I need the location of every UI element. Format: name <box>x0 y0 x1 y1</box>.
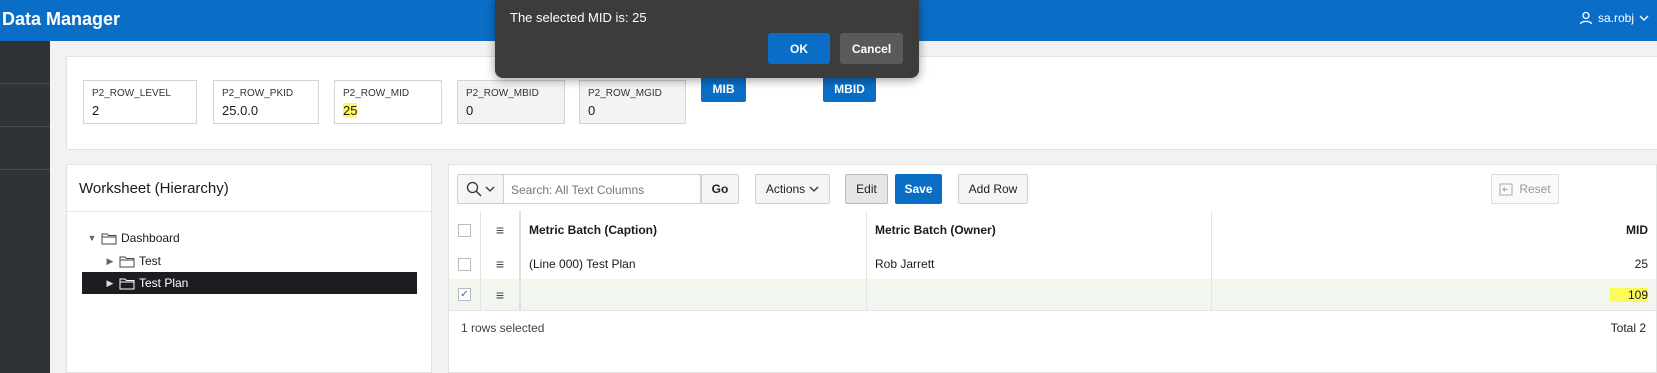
mid-cell-wrapper[interactable]: 109 <box>1212 279 1656 310</box>
select-all-cell <box>449 211 481 249</box>
edit-button[interactable]: Edit <box>845 174 888 204</box>
collapse-triangle-icon[interactable]: ▼ <box>87 233 97 243</box>
search-icon <box>466 181 482 197</box>
go-button[interactable]: Go <box>701 174 739 204</box>
row-actions-cell: ≡ <box>481 279 521 310</box>
tree-node-label: Test Plan <box>139 276 189 290</box>
save-button[interactable]: Save <box>895 174 942 204</box>
actions-menu-button[interactable]: Actions <box>755 174 830 204</box>
row-checkbox[interactable] <box>458 257 471 271</box>
mid-cell[interactable]: 25 <box>1212 249 1656 279</box>
chevron-down-icon <box>1639 15 1649 21</box>
search-column-button[interactable] <box>457 174 504 204</box>
interactive-grid: Search: All Text Columns Go Actions Edit… <box>448 164 1657 373</box>
hamburger-icon[interactable]: ≡ <box>496 223 504 237</box>
reset-label: Reset <box>1519 182 1551 196</box>
column-header-mid[interactable]: MID <box>1212 211 1656 249</box>
caption-cell[interactable] <box>521 279 867 310</box>
field-value: 0 <box>466 103 474 118</box>
folder-icon <box>119 278 135 289</box>
selection-count: 1 rows selected <box>461 321 545 335</box>
owner-cell[interactable]: Rob Jarrett <box>867 249 1212 279</box>
user-name: sa.robj <box>1597 11 1634 25</box>
field-value: 25 <box>343 103 358 118</box>
field-value: 25.0.0 <box>222 103 259 118</box>
owner-cell[interactable] <box>867 279 1212 310</box>
search-input[interactable]: Search: All Text Columns <box>503 174 701 204</box>
grid-header-row: ≡ Metric Batch (Caption) Metric Batch (O… <box>449 211 1656 250</box>
alert-dialog: The selected MID is: 25 OK Cancel <box>495 0 919 78</box>
actions-label: Actions <box>765 182 806 196</box>
cancel-button[interactable]: Cancel <box>840 33 903 64</box>
mid-cell: 109 <box>1609 287 1648 302</box>
hamburger-icon[interactable]: ≡ <box>496 257 504 271</box>
folder-icon <box>101 233 117 244</box>
field-label: P2_ROW_MGID <box>588 88 662 99</box>
tree-node-label: Dashboard <box>121 231 180 245</box>
row-mid-field[interactable]: P2_ROW_MID 25 <box>334 80 442 124</box>
row-select-cell: ✓ <box>449 279 481 310</box>
folder-icon <box>119 256 135 267</box>
ok-button[interactable]: OK <box>768 33 830 64</box>
row-actions-header: ≡ <box>481 211 521 249</box>
grid-footer: 1 rows selected Total 2 <box>449 311 1656 341</box>
row-checkbox[interactable]: ✓ <box>458 288 471 301</box>
chevron-down-icon <box>485 186 495 192</box>
field-label: P2_ROW_LEVEL <box>92 88 171 99</box>
column-header-owner[interactable]: Metric Batch (Owner) <box>867 211 1212 249</box>
row-pkid-field[interactable]: P2_ROW_PKID 25.0.0 <box>213 80 319 124</box>
expand-triangle-icon[interactable]: ▶ <box>105 278 115 289</box>
side-navigation <box>0 41 50 373</box>
worksheet-tree-region: Worksheet (Hierarchy) ▼ Dashboard ▶ Test… <box>66 164 432 373</box>
field-value: 2 <box>92 103 100 118</box>
nav-item[interactable] <box>0 84 50 127</box>
add-row-button[interactable]: Add Row <box>958 174 1028 204</box>
user-icon <box>1579 11 1593 25</box>
reset-icon <box>1499 183 1513 195</box>
mbid-button[interactable]: MBID <box>823 75 876 102</box>
caption-cell[interactable]: (Line 000) Test Plan <box>521 249 867 279</box>
column-header-caption[interactable]: Metric Batch (Caption) <box>521 211 867 249</box>
row-select-cell <box>449 249 481 279</box>
tree-node-test-plan[interactable]: ▶ Test Plan <box>82 272 417 294</box>
field-value: 0 <box>588 103 596 118</box>
row-level-field[interactable]: P2_ROW_LEVEL 2 <box>83 80 197 124</box>
table-row[interactable]: ≡ (Line 000) Test Plan Rob Jarrett 25 <box>449 249 1656 280</box>
field-label: P2_ROW_MBID <box>466 88 539 99</box>
row-mbid-field: P2_ROW_MBID 0 <box>457 80 565 124</box>
total-count: Total 2 <box>1610 321 1646 335</box>
select-all-checkbox[interactable] <box>458 223 471 237</box>
table-row[interactable]: ✓ ≡ 109 <box>449 279 1656 311</box>
nav-item[interactable] <box>0 127 50 170</box>
hamburger-icon[interactable]: ≡ <box>496 288 504 302</box>
user-menu[interactable]: sa.robj <box>1579 11 1649 25</box>
tree-node-label: Test <box>139 254 162 268</box>
chevron-down-icon <box>809 186 819 192</box>
dialog-message: The selected MID is: 25 <box>510 10 647 25</box>
field-label: P2_ROW_MID <box>343 88 410 99</box>
row-mgid-field: P2_ROW_MGID 0 <box>579 80 686 124</box>
field-label: P2_ROW_PKID <box>222 88 294 99</box>
expand-triangle-icon[interactable]: ▶ <box>105 256 115 267</box>
mib-button[interactable]: MIB <box>701 75 746 102</box>
app-title[interactable]: Data Manager <box>2 9 120 30</box>
row-actions-cell: ≡ <box>481 249 521 279</box>
tree-node-dashboard[interactable]: ▼ Dashboard <box>87 227 180 249</box>
tree-node-test[interactable]: ▶ Test <box>105 250 161 272</box>
region-title: Worksheet (Hierarchy) <box>79 180 229 197</box>
nav-item[interactable] <box>0 41 50 84</box>
reset-button[interactable]: Reset <box>1491 174 1559 204</box>
divider <box>67 211 431 212</box>
